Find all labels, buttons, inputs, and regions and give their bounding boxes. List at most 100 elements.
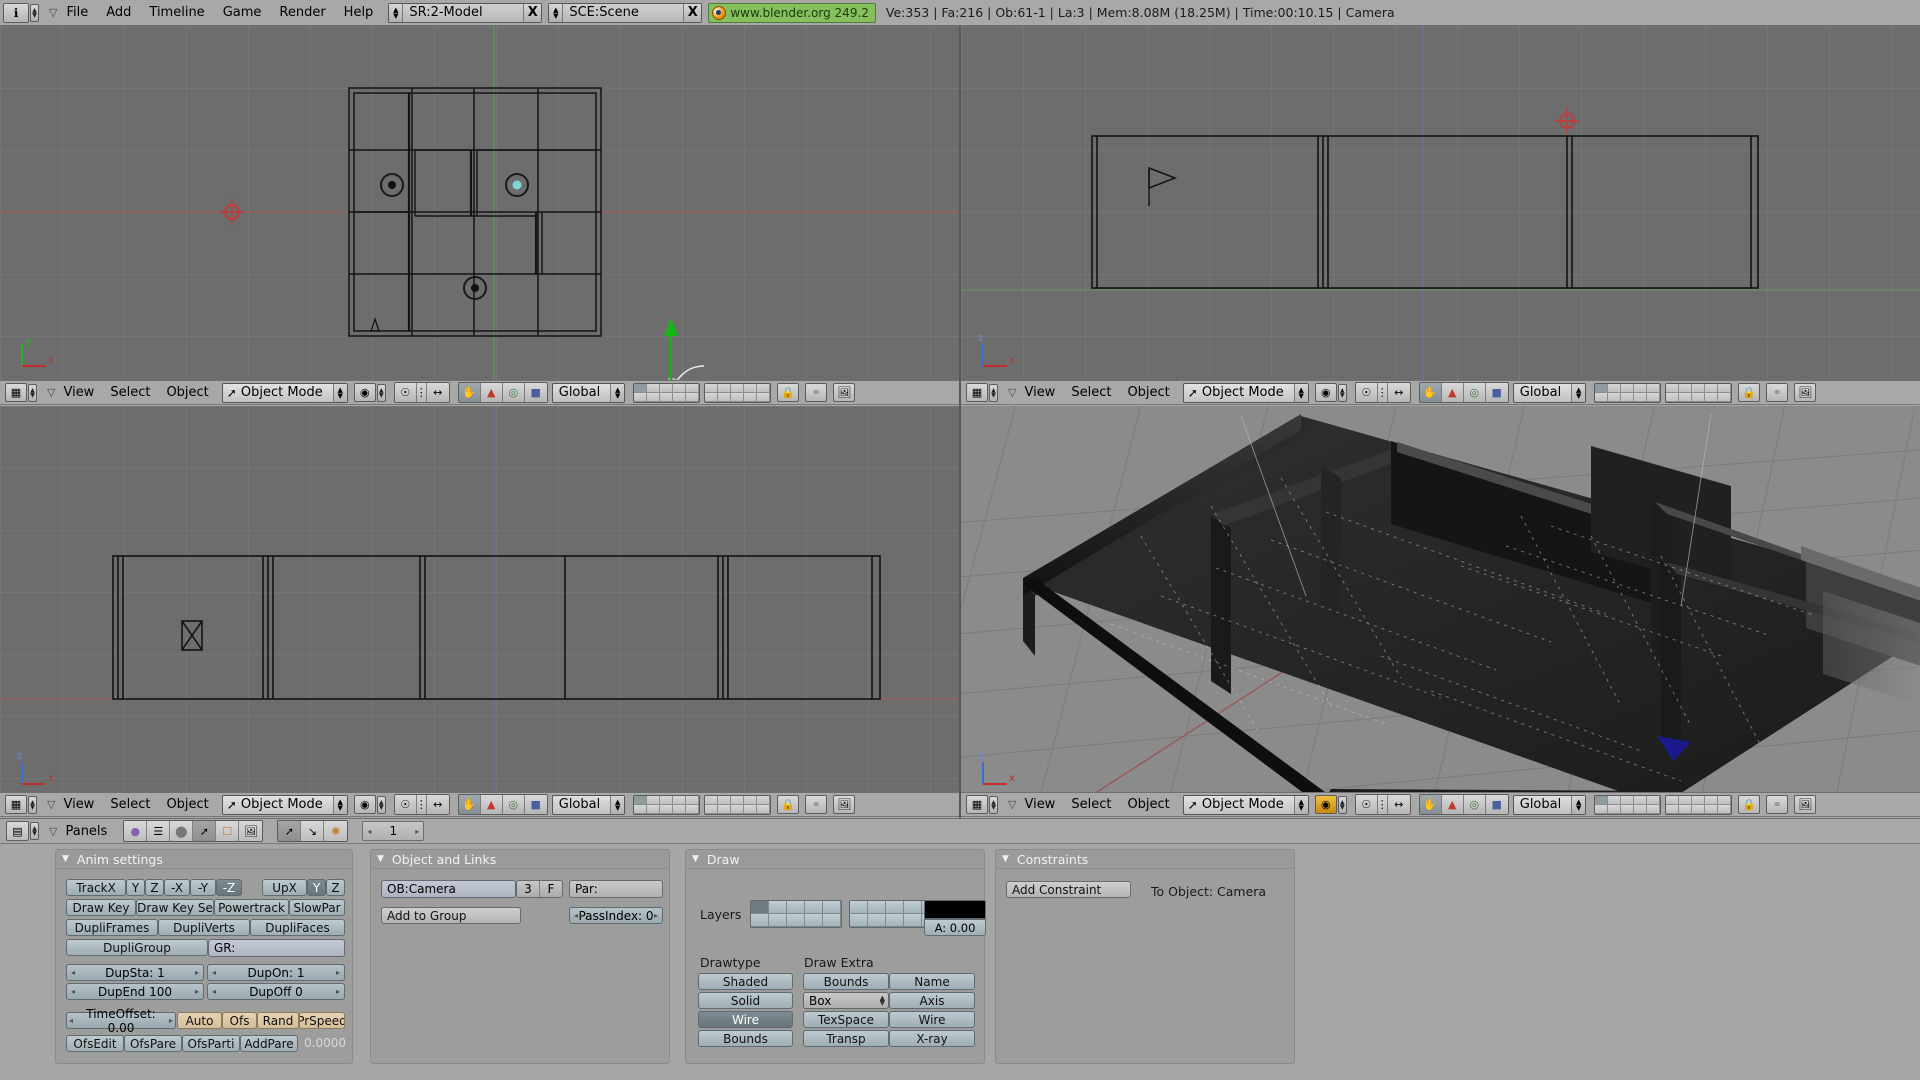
translate-manipulator-icon-2[interactable]: ✋ xyxy=(1419,383,1442,402)
slowpar-button[interactable]: SlowPar xyxy=(289,899,345,916)
bounds-type-spinner[interactable]: ▲ ▼ xyxy=(880,994,885,1006)
screen-close-icon[interactable]: X xyxy=(523,3,542,22)
editor-type-spinner-4[interactable]: ▲ ▼ xyxy=(989,795,998,814)
vp4-mode-spinner[interactable]: ▲ ▼ xyxy=(1293,795,1308,814)
draw-title-bar[interactable]: ▼ Draw xyxy=(686,850,984,869)
screen-spinner[interactable]: ▲ ▼ xyxy=(389,3,404,22)
vp3-pivot-group[interactable]: ☉ ⋮ ↔ xyxy=(393,794,450,815)
screen-selector[interactable]: ▲ ▼ SR:2-Model X xyxy=(388,2,543,23)
vp2-manipulator-group[interactable]: ✋ ▲ ◎ ■ xyxy=(1418,382,1509,403)
editor-type-spinner-2[interactable]: ▲ ▼ xyxy=(989,383,998,402)
drawtype-solid-button[interactable]: Solid xyxy=(698,992,793,1009)
script-icon[interactable]: ☰ xyxy=(147,821,171,841)
dupligroup-button[interactable]: DupliGroup xyxy=(66,939,208,956)
panel-anim-settings[interactable]: ▼ Anim settings TrackX Y Z -X -Y -Z UpX … xyxy=(55,849,353,1064)
constraints-title-bar[interactable]: ▼ Constraints xyxy=(996,850,1294,869)
scene-selector[interactable]: ▲ ▼ SCE:Scene X xyxy=(548,2,703,23)
dupon-field[interactable]: ◂ DupOn: 1 ▸ xyxy=(207,964,345,981)
vp4-orientation-selector[interactable]: Global ▲ ▼ xyxy=(1512,794,1587,815)
vp4-pivot-group[interactable]: ☉ ⋮ ↔ xyxy=(1354,794,1411,815)
vp4-menu-select[interactable]: Select xyxy=(1063,796,1119,813)
draw-extra-wire-button[interactable]: Wire xyxy=(889,1011,975,1028)
vp3-mode-spinner[interactable]: ▲ ▼ xyxy=(332,795,347,814)
layer-cell-2[interactable] xyxy=(769,901,787,914)
rotate-manipulator-icon-3[interactable]: ▲ xyxy=(480,795,503,814)
scale-manipulator-icon-4[interactable]: ◎ xyxy=(1463,795,1486,814)
panel-collapse-icon-4[interactable]: ▼ xyxy=(1002,854,1009,864)
vp1-pivot-group[interactable]: ☉ ⋮ ↔ xyxy=(393,382,450,403)
scene-close-icon[interactable]: X xyxy=(683,3,702,22)
vp4-mode-selector[interactable]: ➚ Object Mode ▲ ▼ xyxy=(1182,794,1309,815)
track-negy-button[interactable]: -Y xyxy=(190,879,216,896)
draw-type-icon-2[interactable]: ◉ xyxy=(1314,383,1337,402)
layer-cell-17[interactable] xyxy=(868,914,886,927)
editor-type-spinner-3[interactable]: ▲ ▼ xyxy=(28,795,37,814)
layer-cell-8[interactable] xyxy=(886,901,904,914)
pivot-spinner-3[interactable]: ⋮ xyxy=(416,795,427,814)
draw-type-icon-1[interactable]: ◉ xyxy=(353,383,376,402)
vp4-orientation-spinner[interactable]: ▲ ▼ xyxy=(1571,795,1586,814)
panel-collapse-icon[interactable]: ▼ xyxy=(62,854,69,864)
ofspare-button[interactable]: OfsPare xyxy=(124,1035,182,1052)
viewport-separator-vertical-top[interactable] xyxy=(959,26,961,406)
layer-cell-3[interactable] xyxy=(787,901,805,914)
editor-type-icon-1[interactable]: ▦ xyxy=(5,383,27,402)
track-y-button[interactable]: Y xyxy=(126,879,145,896)
vp2-menu-object[interactable]: Object xyxy=(1119,384,1177,401)
editor-type-spinner[interactable]: ▲ ▼ xyxy=(30,3,39,22)
render-preview-icon-3[interactable]: 🖼 xyxy=(833,795,856,814)
vp2-menu-select[interactable]: Select xyxy=(1063,384,1119,401)
panel-draw[interactable]: ▼ Draw Layers A: 0.00 Drawtype Draw Extr… xyxy=(685,849,986,1064)
header-collapse-icon-2[interactable]: ▽ xyxy=(1008,386,1016,399)
menu-help[interactable]: Help xyxy=(335,3,383,22)
shading-icon[interactable]: ⬤ xyxy=(170,821,194,841)
menu-add[interactable]: Add xyxy=(97,3,140,22)
viewport-bottom-left[interactable]: z x (1) Camera xyxy=(0,406,959,812)
header-collapse-icon-3[interactable]: ▽ xyxy=(47,798,55,811)
blender-version-link[interactable]: www.blender.org 249.2 xyxy=(708,2,876,23)
layer-cell-14[interactable] xyxy=(805,914,823,927)
draw-type-spinner-2[interactable]: ▲ ▼ xyxy=(1337,383,1347,402)
vp4-menu-view[interactable]: View xyxy=(1016,796,1063,813)
layer-cell-9[interactable] xyxy=(904,901,922,914)
draw-type-spinner-1[interactable]: ▲ ▼ xyxy=(376,383,386,402)
draw-type-solid-icon-4[interactable]: ◉ xyxy=(1314,795,1337,814)
info-icon[interactable]: ℹ xyxy=(3,2,29,23)
draw-extra-name-button[interactable]: Name xyxy=(889,973,975,990)
menu-render[interactable]: Render xyxy=(270,3,334,22)
vp2-pivot-group[interactable]: ☉ ⋮ ↔ xyxy=(1354,382,1411,403)
layer-cell-16[interactable] xyxy=(850,914,868,927)
panels-collapse-icon[interactable]: ▽ xyxy=(49,825,57,838)
manipulator-toggle-icon-3[interactable]: ■ xyxy=(524,795,547,814)
duplifaces-button[interactable]: DupliFaces xyxy=(250,919,345,936)
manipulator-toggle-icon-4[interactable]: ■ xyxy=(1485,795,1508,814)
proportional-edit-icon-2[interactable]: ↔ xyxy=(1387,383,1410,402)
pivot-spinner-4[interactable]: ⋮ xyxy=(1377,795,1388,814)
snap-magnet-icon-1[interactable]: ⚭ xyxy=(805,383,828,402)
add-to-group-button[interactable]: Add to Group xyxy=(381,907,521,924)
manipulator-toggle-icon-1[interactable]: ■ xyxy=(524,383,547,402)
track-negx-button[interactable]: -X xyxy=(164,879,190,896)
scene-spinner[interactable]: ▲ ▼ xyxy=(549,3,564,22)
scale-manipulator-icon-3[interactable]: ◎ xyxy=(502,795,525,814)
track-negz-button[interactable]: -Z xyxy=(216,879,242,896)
layer-cell-5[interactable] xyxy=(823,901,841,914)
gr-field[interactable]: GR: xyxy=(208,939,345,957)
translate-manipulator-icon-4[interactable]: ✋ xyxy=(1419,795,1442,814)
panel-object-and-links[interactable]: ▼ Object and Links OB:Camera 3 F Par: Ad… xyxy=(370,849,670,1064)
up-z-button[interactable]: Z xyxy=(326,879,345,896)
layer-cell-12[interactable] xyxy=(769,914,787,927)
ob-name-field[interactable]: OB:Camera xyxy=(381,880,516,898)
dupliverts-button[interactable]: DupliVerts xyxy=(158,919,250,936)
snap-magnet-icon-2[interactable]: ⚭ xyxy=(1766,383,1789,402)
draw-extra-texspace-button[interactable]: TexSpace xyxy=(803,1011,889,1028)
layer-cell-18[interactable] xyxy=(886,914,904,927)
layer-cell-19[interactable] xyxy=(904,914,922,927)
editor-type-icon-3[interactable]: ▦ xyxy=(5,795,27,814)
vp1-mode-spinner[interactable]: ▲ ▼ xyxy=(332,383,347,402)
dupend-field[interactable]: ◂ DupEnd 100 ▸ xyxy=(66,983,204,1000)
ofs-button[interactable]: Ofs xyxy=(222,1012,257,1029)
object-sub-icon[interactable]: ➚ xyxy=(278,821,302,841)
vp3-layer-buttons[interactable] xyxy=(633,794,701,815)
object-color-swatch[interactable] xyxy=(924,900,986,919)
